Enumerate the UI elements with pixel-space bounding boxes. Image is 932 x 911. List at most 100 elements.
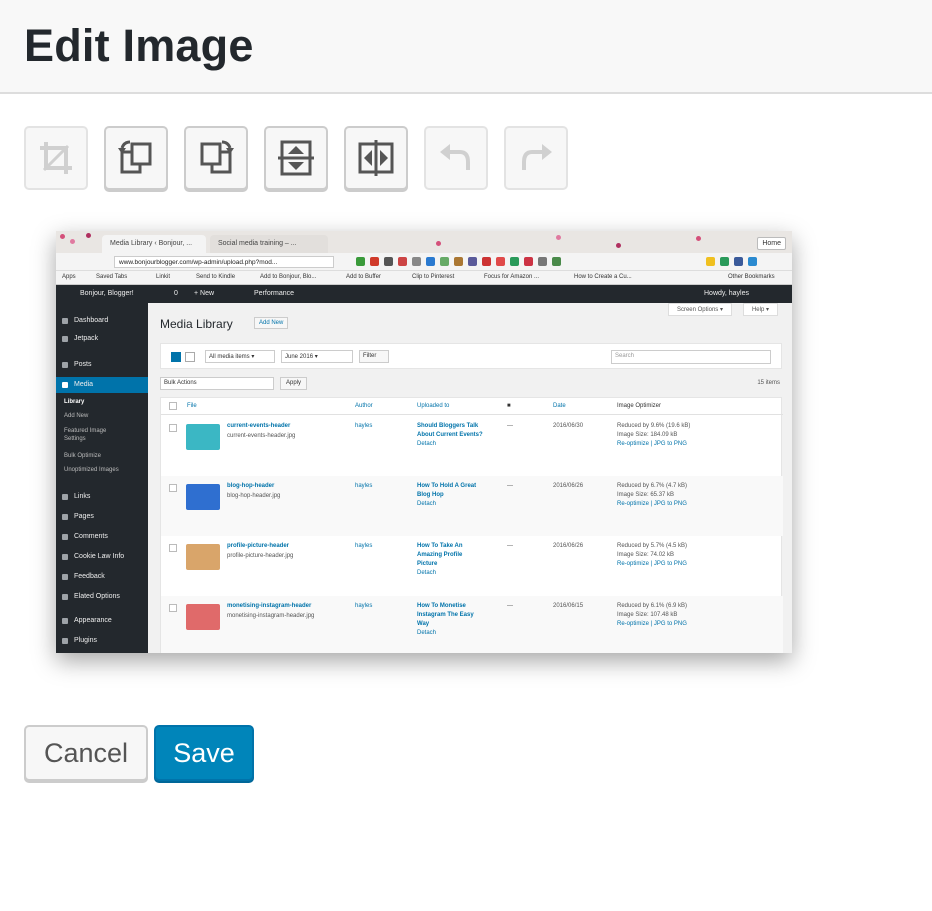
row-date: 2016/06/26 [553,483,584,489]
row-detach: Detach [417,630,437,636]
cancel-button[interactable]: Cancel [24,725,148,781]
sidebar-item-label: Comments [74,533,108,540]
extension-icon [748,257,757,266]
row-date: 2016/06/26 [553,543,584,549]
browser-tab: Media Library ‹ Bonjour, ... [102,235,206,253]
admin-bar-new: + New [194,290,215,297]
plugins-icon [62,638,68,644]
crop-button[interactable] [24,126,88,190]
sidebar-item-label: Appearance [74,617,112,624]
browser-tab-strip: Media Library ‹ Bonjour, ... Social medi… [56,231,792,253]
sidebar-item-dashboard: Dashboard [56,313,148,329]
row-thumbnail [186,484,220,510]
image-preview: Media Library ‹ Bonjour, ... Social medi… [56,231,792,653]
row-optimizer-actions: Re-optimize | JPG to PNG [617,621,687,627]
extension-icon [384,257,393,266]
bookmark: Send to Kindle [196,274,236,280]
decorative-flower [616,243,621,248]
admin-bar-site: Bonjour, Blogger! [80,290,134,297]
sidebar-item-cookie-law: Cookie Law Info [56,549,148,565]
select-all-checkbox [169,402,177,410]
media-icon [62,382,68,388]
sidebar-sub-add-new: Add New [64,413,89,419]
media-library-title: Media Library [160,317,233,331]
row-thumbnail [186,544,220,570]
sidebar-item-media: Media [56,377,148,393]
help-tab: Help ▾ [742,303,778,316]
pages-icon [62,514,68,520]
sidebar-sub-bulk-optimize: Bulk Optimize [64,453,102,459]
sidebar-sub-featured-image: Featured Image Settings [64,428,107,442]
bookmark: Clip to Pinterest [412,274,455,280]
row-checkbox [169,544,177,552]
row-author: hayles [355,423,373,429]
extension-icon [412,257,421,266]
row-optimizer-line: Image Size: 65.37 kB [617,492,675,498]
row-uploaded-line: Way [417,621,430,627]
row-optimizer-actions: Re-optimize | JPG to PNG [617,501,687,507]
comment-column-icon: ■ [507,403,511,409]
row-detach: Detach [417,570,437,576]
sidebar-item-appearance: Appearance [56,613,148,629]
media-search-input: Search [611,350,771,364]
redo-button[interactable] [504,126,568,190]
flip-horizontal-button[interactable] [344,126,408,190]
sidebar-item-elated: Elated Options [56,589,148,605]
sidebar-sub-unoptimized: Unoptimized Images [64,467,119,473]
extension-icon [552,257,561,266]
bookmarks-bar: Apps Saved Tabs Linkit Send to Kindle Ad… [56,271,792,285]
row-detach: Detach [417,501,437,507]
sidebar-item-label: Posts [74,361,92,368]
links-icon [62,494,68,500]
dashboard-icon [62,318,68,324]
feedback-icon [62,574,68,580]
sidebar-item-label: Elated Options [74,593,120,600]
sidebar-item-comments: Comments [56,529,148,545]
extension-icon [734,257,743,266]
page-title: Edit Image [24,20,254,71]
redo-icon [522,144,552,170]
table-row: monetising-instagram-header monetising-i… [161,596,783,653]
sidebar-item-links: Links [56,489,148,505]
extension-icon [426,257,435,266]
decorative-flower [436,241,441,246]
row-uploaded-line: How To Hold A Great [417,483,477,489]
cookie-icon [62,554,68,560]
flip-vertical-icon [278,140,314,176]
row-uploaded-line: Instagram The Easy [417,612,474,618]
row-author: hayles [355,543,373,549]
bookmark: How to Create a Cu... [574,274,632,280]
decorative-flower [86,233,91,238]
undo-button[interactable] [424,126,488,190]
url-field: www.bonjourblogger.com/wp-admin/upload.p… [114,256,334,268]
admin-bar-comments: 0 [174,290,178,297]
admin-bar-howdy: Howdy, hayles [704,290,750,297]
row-optimizer-actions: Re-optimize | JPG to PNG [617,561,687,567]
bulk-actions-select: Bulk Actions [160,377,274,390]
rotate-right-button[interactable] [184,126,248,190]
column-header-file: File [187,403,197,409]
save-button[interactable]: Save [154,725,254,781]
sidebar-item-pages: Pages [56,509,148,525]
row-detach: Detach [417,441,437,447]
column-header-uploaded: Uploaded to [417,403,450,409]
decorative-flower [60,234,65,239]
rotate-left-button[interactable] [104,126,168,190]
row-title: profile-picture-header [227,543,290,549]
filter-button: Filter [359,350,389,363]
row-uploaded-line: About Current Events? [417,432,483,438]
row-optimizer-line: Image Size: 74.02 kB [617,552,675,558]
sidebar-item-label: Feedback [74,573,105,580]
row-optimizer-line: Image Size: 107.48 kB [617,612,678,618]
extension-icon [538,257,547,266]
flip-vertical-button[interactable] [264,126,328,190]
screen-options: Screen Options ▾ [667,303,732,316]
sidebar-item-feedback: Feedback [56,569,148,585]
row-optimizer-line: Image Size: 184.09 kB [617,432,678,438]
extension-icon [720,257,729,266]
comments-icon [62,534,68,540]
table-divider [161,414,783,415]
row-uploaded-line: Amazing Profile [417,552,463,558]
row-comments: — [507,423,513,429]
media-filter-bar: All media items ▾ June 2016 ▾ Filter Sea… [160,343,782,369]
